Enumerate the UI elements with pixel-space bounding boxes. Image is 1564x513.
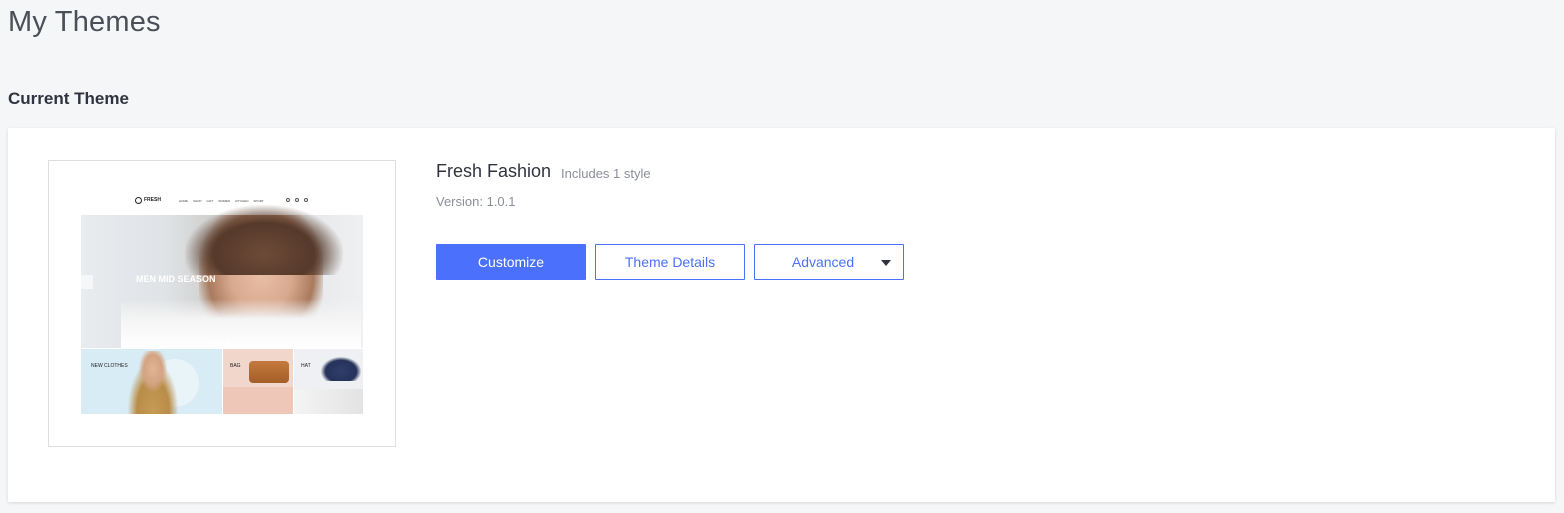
search-icon	[286, 198, 290, 202]
preview-tile-clothes: NEW CLOTHES	[81, 349, 222, 414]
preview-hero-banner: MEN MID SEASON	[81, 205, 363, 348]
bag-icon	[249, 361, 289, 383]
caret-down-icon[interactable]	[881, 260, 891, 266]
preview-tile-bg	[294, 389, 363, 414]
preview-nav-icons	[286, 198, 308, 202]
theme-version: Version: 1.0.1	[436, 194, 516, 209]
theme-details-button[interactable]: Theme Details	[595, 244, 745, 280]
preview-nav-links: HOME SHOP GIFT WOMEN KITCHEN SPORT	[179, 199, 264, 203]
cap-icon	[321, 357, 361, 381]
theme-details-button-label: Theme Details	[624, 254, 716, 270]
preview-logo-mark	[135, 197, 142, 204]
preview-tile-label: NEW CLOTHES	[91, 363, 128, 369]
theme-preview-thumbnail[interactable]: FRESH HOME SHOP GIFT WOMEN KITCHEN SPORT	[48, 160, 396, 447]
section-title-current-theme: Current Theme	[8, 89, 129, 108]
preview-logo: FRESH	[135, 197, 161, 204]
preview-hero-headline: MEN MID SEASON	[136, 274, 216, 284]
advanced-dropdown-button[interactable]: Advanced	[754, 244, 904, 280]
current-theme-card: FRESH HOME SHOP GIFT WOMEN KITCHEN SPORT	[8, 128, 1555, 502]
preview-carousel-dots	[214, 340, 229, 343]
page-title: My Themes	[8, 6, 161, 38]
preview-nav-link: KITCHEN	[235, 199, 249, 203]
advanced-button-label: Advanced	[791, 254, 855, 270]
user-icon	[295, 198, 299, 202]
preview-nav-link: SHOP	[193, 199, 202, 203]
theme-preview-image: FRESH HOME SHOP GIFT WOMEN KITCHEN SPORT	[81, 188, 363, 414]
preview-logo-text: FRESH	[144, 197, 161, 203]
theme-styles-note: Includes 1 style	[561, 166, 651, 181]
preview-nav-link: HOME	[179, 199, 188, 203]
preview-prev-arrow-icon	[81, 275, 93, 289]
customize-button-label: Customize	[477, 254, 545, 270]
preview-nav-link: SPORT	[253, 199, 264, 203]
preview-tile-bg	[223, 387, 293, 414]
preview-hero-shirt	[121, 299, 361, 348]
preview-tile-label: HAT	[301, 363, 311, 369]
preview-tile-hat: HAT	[294, 349, 363, 414]
carousel-dot	[214, 340, 217, 343]
customize-button[interactable]: Customize	[436, 244, 586, 280]
preview-hero-hair	[185, 205, 343, 275]
carousel-dot	[226, 340, 229, 343]
carousel-dot	[220, 340, 223, 343]
theme-name: Fresh Fashion	[436, 161, 552, 181]
cart-icon	[304, 198, 308, 202]
preview-tile-model	[123, 351, 183, 414]
preview-tile-bag: BAG	[223, 349, 293, 414]
preview-tile-label: BAG	[230, 363, 241, 369]
preview-nav-link: GIFT	[206, 199, 214, 203]
preview-nav-link: WOMEN	[218, 199, 231, 203]
